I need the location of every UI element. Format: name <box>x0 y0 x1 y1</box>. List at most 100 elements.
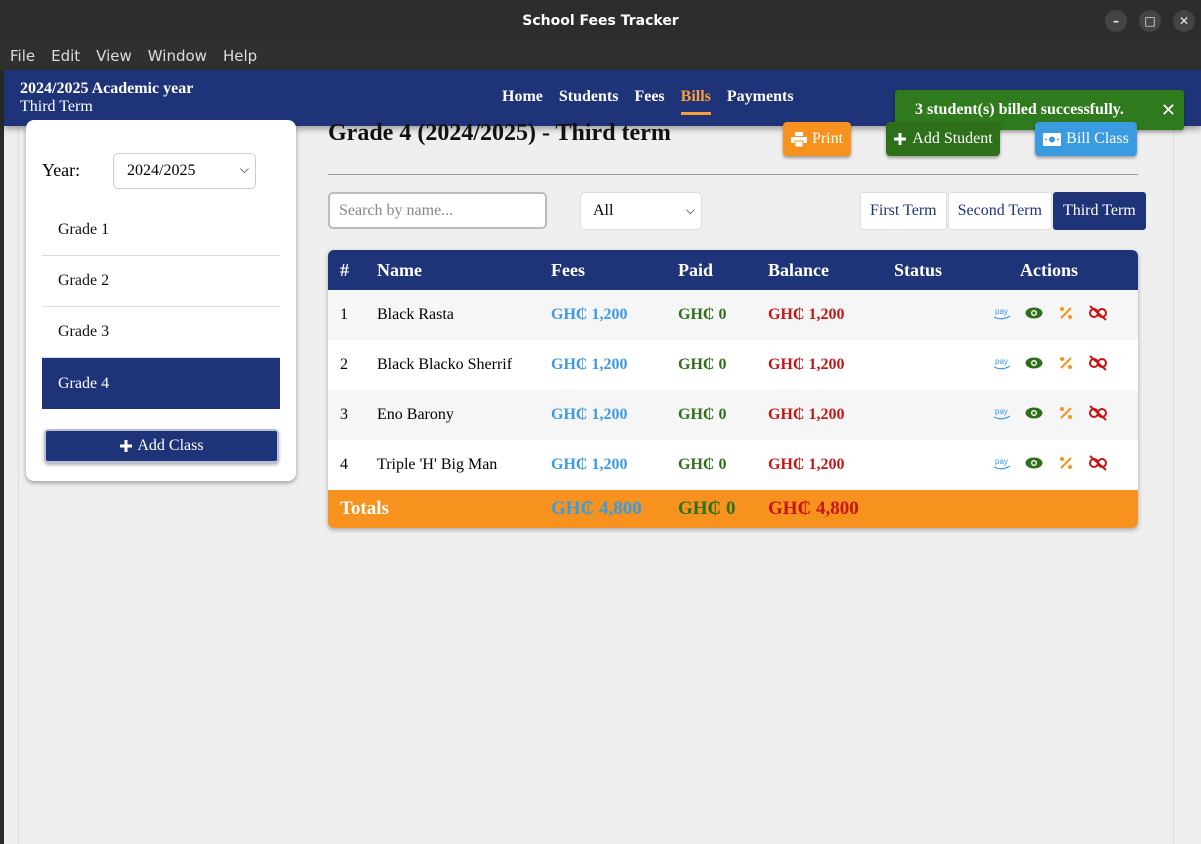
page-title: Grade 4 (2024/2025) - Third term <box>328 120 671 146</box>
nav-payments[interactable]: Payments <box>727 88 794 115</box>
tab-first-term[interactable]: First Term <box>860 192 947 230</box>
discount-button[interactable] <box>1055 305 1077 325</box>
divider <box>328 174 1138 175</box>
toast-close-icon[interactable]: ✕ <box>1161 100 1176 121</box>
eye-icon <box>1025 306 1043 324</box>
unlink-icon <box>1088 304 1108 326</box>
header-name: Name <box>377 259 422 280</box>
menubar: File Edit View Window Help <box>0 41 1201 70</box>
nav-students[interactable]: Students <box>559 88 619 115</box>
academic-period: 2024/2025 Academic year Third Term <box>20 80 193 116</box>
grade-item-2[interactable]: Grade 2 <box>42 256 280 307</box>
table-header: # Name Fees Paid Balance Status Actions <box>328 250 1138 290</box>
discount-button[interactable] <box>1055 455 1077 475</box>
row-num: 4 <box>340 456 348 473</box>
tab-third-term[interactable]: Third Term <box>1052 192 1146 230</box>
status-filter-select[interactable]: All ⌵ <box>580 192 702 230</box>
menu-view[interactable]: View <box>96 47 132 65</box>
window-controls: – □ ✕ <box>1105 10 1195 32</box>
eye-icon <box>1025 456 1043 474</box>
close-window-button[interactable]: ✕ <box>1173 10 1195 32</box>
header-actions: Actions <box>1020 259 1078 280</box>
row-paid: GH₵ 0 <box>678 406 727 423</box>
unlink-icon <box>1088 404 1108 426</box>
unlink-icon <box>1088 454 1108 476</box>
totals-label: Totals <box>340 498 389 519</box>
term-tabs: First Term Second Term Third Term <box>860 192 1146 230</box>
row-num: 1 <box>340 306 348 323</box>
minimize-button[interactable]: – <box>1105 10 1127 32</box>
svg-text:pay: pay <box>995 457 1008 466</box>
add-class-label: Add Class <box>137 437 204 454</box>
academic-year: 2024/2025 Academic year <box>20 80 194 97</box>
unbill-button[interactable] <box>1087 454 1109 476</box>
filter-value: All <box>593 202 614 219</box>
discount-button[interactable] <box>1055 405 1077 425</box>
search-input[interactable]: Search by name... <box>328 192 547 229</box>
academic-term: Third Term <box>20 98 93 115</box>
unbill-button[interactable] <box>1087 354 1109 376</box>
view-button[interactable] <box>1023 455 1045 475</box>
unlink-icon <box>1088 354 1108 376</box>
grade-item-3[interactable]: Grade 3 <box>42 307 280 358</box>
pay-button[interactable]: pay <box>991 405 1013 425</box>
class-sidebar: Year: 2024/2025 ⌵ Grade 1 Grade 2 Grade … <box>26 120 296 481</box>
year-label: Year: <box>42 160 81 180</box>
printer-icon <box>790 131 807 147</box>
table-row: 1 Black Rasta GH₵ 1,200 GH₵ 0 GH₵ 1,200 … <box>328 290 1138 340</box>
add-student-button[interactable]: Add Student <box>886 122 1000 156</box>
row-balance: GH₵ 1,200 <box>768 306 845 323</box>
nav-fees[interactable]: Fees <box>634 88 664 115</box>
search-placeholder: Search by name... <box>339 201 454 219</box>
menu-edit[interactable]: Edit <box>51 47 80 65</box>
menu-file[interactable]: File <box>10 47 35 65</box>
unbill-button[interactable] <box>1087 404 1109 426</box>
totals-row: Totals GH₵ 4,800 GH₵ 0 GH₵ 4,800 <box>328 490 1138 528</box>
view-button[interactable] <box>1023 405 1045 425</box>
add-class-button[interactable]: Add Class <box>44 429 279 463</box>
view-button[interactable] <box>1023 305 1045 325</box>
bill-class-label: Bill Class <box>1066 130 1129 147</box>
bill-class-button[interactable]: Bill Class <box>1035 122 1137 156</box>
header-status: Status <box>894 259 943 280</box>
header-fees: Fees <box>551 259 585 280</box>
table-row: 4 Triple 'H' Big Man GH₵ 1,200 GH₵ 0 GH₵… <box>328 440 1138 490</box>
grade-item-1[interactable]: Grade 1 <box>42 205 280 256</box>
toast-message: 3 student(s) billed successfully. <box>915 101 1124 118</box>
totals-balance: GH₵ 4,800 <box>768 498 859 519</box>
nav-bills[interactable]: Bills <box>680 88 711 115</box>
row-name: Eno Barony <box>377 406 454 423</box>
year-select-value: 2024/2025 <box>127 162 196 179</box>
unbill-button[interactable] <box>1087 304 1109 326</box>
pay-icon: pay <box>992 456 1012 475</box>
pay-icon: pay <box>992 306 1012 325</box>
year-select[interactable]: 2024/2025 ⌵ <box>113 153 256 189</box>
eye-icon <box>1025 406 1043 424</box>
row-fees: GH₵ 1,200 <box>551 456 628 473</box>
row-name: Black Rasta <box>377 306 454 323</box>
row-fees: GH₵ 1,200 <box>551 356 628 373</box>
nav-home[interactable]: Home <box>502 88 543 115</box>
table-row: 3 Eno Barony GH₵ 1,200 GH₵ 0 GH₵ 1,200 p… <box>328 390 1138 440</box>
percent-icon <box>1059 306 1073 325</box>
row-num: 2 <box>340 356 348 373</box>
tab-second-term[interactable]: Second Term <box>947 192 1052 230</box>
maximize-button[interactable]: □ <box>1139 10 1161 32</box>
table-row: 2 Black Blacko Sherrif GH₵ 1,200 GH₵ 0 G… <box>328 340 1138 390</box>
window-titlebar: School Fees Tracker – □ ✕ <box>0 0 1201 41</box>
row-paid: GH₵ 0 <box>678 456 727 473</box>
pay-button[interactable]: pay <box>991 455 1013 475</box>
pay-button[interactable]: pay <box>991 305 1013 325</box>
menu-help[interactable]: Help <box>223 47 257 65</box>
discount-button[interactable] <box>1055 355 1077 375</box>
row-balance: GH₵ 1,200 <box>768 406 845 423</box>
row-paid: GH₵ 0 <box>678 306 727 323</box>
row-balance: GH₵ 1,200 <box>768 356 845 373</box>
pay-button[interactable]: pay <box>991 355 1013 375</box>
row-actions: pay <box>991 404 1109 426</box>
print-button[interactable]: Print <box>783 122 851 156</box>
view-button[interactable] <box>1023 355 1045 375</box>
grade-item-4[interactable]: Grade 4 <box>42 358 280 409</box>
add-student-label: Add Student <box>912 130 993 147</box>
menu-window[interactable]: Window <box>148 47 207 65</box>
